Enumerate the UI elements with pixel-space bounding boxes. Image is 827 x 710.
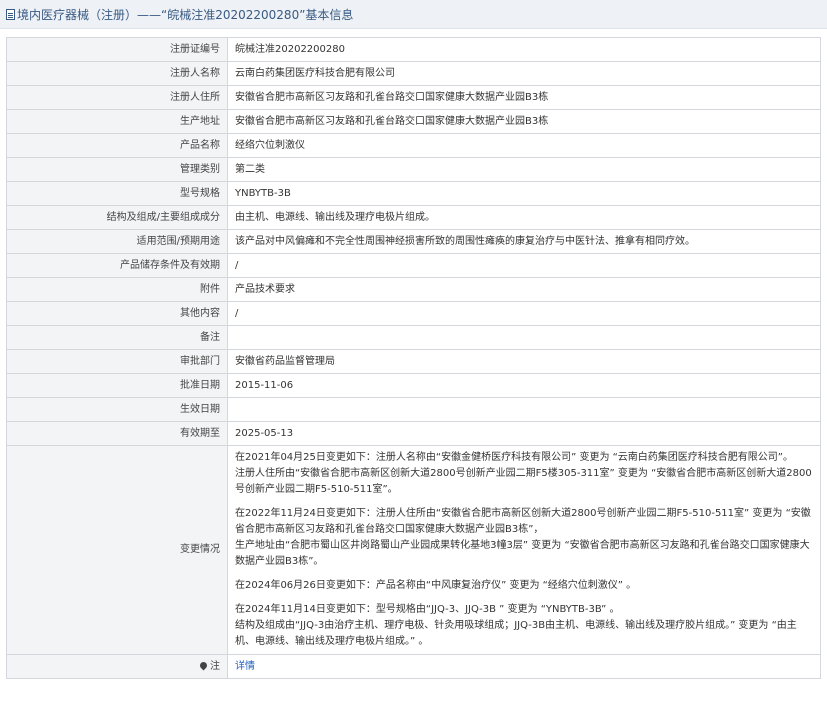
detail-row: 生效日期 — [6, 397, 821, 422]
detail-row: 适用范围/预期用途 该产品对中风偏瘫和不完全性周围神经损害所致的周围性瘫痪的康复治… — [6, 229, 821, 254]
field-label: 产品储存条件及有效期 — [6, 253, 228, 278]
change-entry: 在2022年11月24日变更如下：注册人住所由“安徽省合肥市高新区创新大道280… — [235, 506, 813, 570]
detail-row: 审批部门 安徽省药品监督管理局 — [6, 349, 821, 374]
field-label: 结构及组成/主要组成成分 — [6, 205, 228, 230]
field-label: 型号规格 — [6, 181, 228, 206]
detail-row: 其他内容 / — [6, 301, 821, 326]
detail-rows: 注册证编号 皖械注准20202200280 注册人名称 云南白药集团医疗科技合肥有限公… — [6, 37, 821, 446]
field-label: 适用范围/预期用途 — [6, 229, 228, 254]
detail-row: 结构及组成/主要组成成分 由主机、电源线、输出线及理疗电极片组成。 — [6, 205, 821, 230]
detail-row: 附件 产品技术要求 — [6, 277, 821, 302]
field-value: 安徽省药品监督管理局 — [227, 349, 821, 374]
detail-row: 注册人名称 云南白药集团医疗科技合肥有限公司 — [6, 61, 821, 86]
footer-label: 注 — [210, 660, 220, 672]
field-label: 批准日期 — [6, 373, 228, 398]
page-title: 境内医疗器械（注册）——“皖械注准20202200280”基本信息 — [6, 6, 353, 23]
field-value — [227, 397, 821, 422]
field-label: 注册人名称 — [6, 61, 228, 86]
field-value: 该产品对中风偏瘫和不完全性周围神经损害所致的周围性瘫痪的康复治疗与中医针法、推拿… — [227, 229, 821, 254]
field-label: 注册人住所 — [6, 85, 228, 110]
detail-row: 管理类别 第二类 — [6, 157, 821, 182]
field-label: 审批部门 — [6, 349, 228, 374]
changes-row: 变更情况 在2021年04月25日变更如下：注册人名称由“安徽金健桥医疗科技有限… — [6, 445, 821, 655]
change-entry: 在2024年11月14日变更如下：型号规格由“JJQ-3、JJQ-3B ” 变更… — [235, 602, 813, 650]
field-label: 注册证编号 — [6, 37, 228, 62]
change-entry: 在2024年06月26日变更如下：产品名称由“中风康复治疗仪” 变更为 “经络穴… — [235, 578, 813, 594]
field-value: 产品技术要求 — [227, 277, 821, 302]
detail-row: 产品名称 经络穴位刺激仪 — [6, 133, 821, 158]
footer-link-cell: 详情 — [227, 654, 821, 679]
field-label: 备注 — [6, 325, 228, 350]
detail-row: 批准日期 2015-11-06 — [6, 373, 821, 398]
field-value: YNBYTB-3B — [227, 181, 821, 206]
pin-icon — [198, 660, 209, 670]
footer-row: 注 详情 — [6, 654, 821, 679]
change-line: 在2021年04月25日变更如下：注册人名称由“安徽金健桥医疗科技有限公司” 变… — [235, 452, 793, 463]
field-value: 安徽省合肥市高新区习友路和孔雀台路交口国家健康大数据产业园B3栋 — [227, 109, 821, 134]
detail-row: 型号规格 YNBYTB-3B — [6, 181, 821, 206]
field-value: 2015-11-06 — [227, 373, 821, 398]
field-label: 附件 — [6, 277, 228, 302]
detail-table: 注册证编号 皖械注准20202200280 注册人名称 云南白药集团医疗科技合肥有限公… — [6, 37, 821, 679]
field-value: 由主机、电源线、输出线及理疗电极片组成。 — [227, 205, 821, 230]
change-line: 在2024年06月26日变更如下：产品名称由“中风康复治疗仪” 变更为 “经络穴… — [235, 580, 637, 591]
change-line: 在2024年11月14日变更如下：型号规格由“JJQ-3、JJQ-3B ” 变更… — [235, 604, 620, 615]
change-line: 注册人住所由“安徽省合肥市高新区创新大道2800号创新产业园二期F5楼305-3… — [235, 468, 812, 495]
field-value: / — [227, 253, 821, 278]
change-line: 结构及组成由“JJQ-3由治疗主机、理疗电极、针灸用吸球组成；JJQ-3B由主机… — [235, 620, 797, 647]
field-value: / — [227, 301, 821, 326]
field-value: 云南白药集团医疗科技合肥有限公司 — [227, 61, 821, 86]
detail-row: 生产地址 安徽省合肥市高新区习友路和孔雀台路交口国家健康大数据产业园B3栋 — [6, 109, 821, 134]
field-label: 有效期至 — [6, 421, 228, 446]
field-value — [227, 325, 821, 350]
field-label: 生效日期 — [6, 397, 228, 422]
field-label: 生产地址 — [6, 109, 228, 134]
field-label: 其他内容 — [6, 301, 228, 326]
field-label: 管理类别 — [6, 157, 228, 182]
field-value: 第二类 — [227, 157, 821, 182]
detail-row: 备注 — [6, 325, 821, 350]
detail-row: 有效期至 2025-05-13 — [6, 421, 821, 446]
change-line: 在2022年11月24日变更如下：注册人住所由“安徽省合肥市高新区创新大道280… — [235, 508, 811, 535]
footer-label-cell: 注 — [6, 654, 228, 679]
details-link[interactable]: 详情 — [235, 661, 255, 672]
detail-row: 注册人住所 安徽省合肥市高新区习友路和孔雀台路交口国家健康大数据产业园B3栋 — [6, 85, 821, 110]
change-entry: 在2021年04月25日变更如下：注册人名称由“安徽金健桥医疗科技有限公司” 变… — [235, 450, 813, 498]
detail-row: 产品储存条件及有效期 / — [6, 253, 821, 278]
field-value: 皖械注准20202200280 — [227, 37, 821, 62]
changes-label: 变更情况 — [6, 445, 228, 655]
change-line: 生产地址由“合肥市蜀山区井岗路蜀山产业园成果转化基地3幢3层” 变更为 “安徽省… — [235, 540, 810, 567]
field-value: 经络穴位刺激仪 — [227, 133, 821, 158]
detail-row: 注册证编号 皖械注准20202200280 — [6, 37, 821, 62]
document-icon — [6, 9, 15, 20]
changes-content: 在2021年04月25日变更如下：注册人名称由“安徽金健桥医疗科技有限公司” 变… — [227, 445, 821, 655]
page-header: 境内医疗器械（注册）——“皖械注准20202200280”基本信息 — [0, 0, 827, 29]
field-label: 产品名称 — [6, 133, 228, 158]
field-value: 2025-05-13 — [227, 421, 821, 446]
page-title-text: 境内医疗器械（注册）——“皖械注准20202200280”基本信息 — [17, 8, 354, 22]
field-value: 安徽省合肥市高新区习友路和孔雀台路交口国家健康大数据产业园B3栋 — [227, 85, 821, 110]
